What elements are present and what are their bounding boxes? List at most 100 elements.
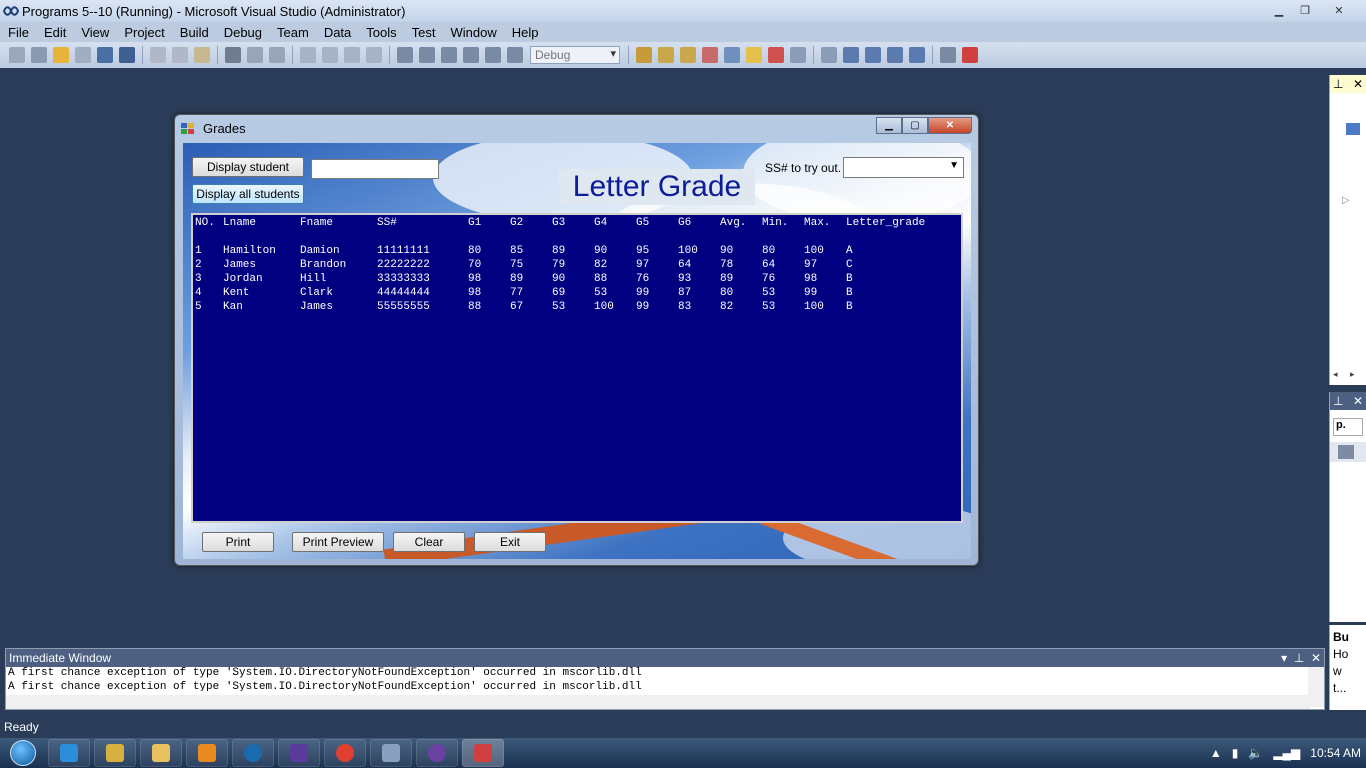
minimize-icon[interactable]: ▁ <box>1266 1 1292 19</box>
menu-tools[interactable]: Tools <box>358 25 403 40</box>
redo-icon[interactable] <box>322 47 338 63</box>
ss-select[interactable]: ▼ <box>843 157 964 178</box>
display-all-students-button[interactable]: Display all students <box>192 184 304 204</box>
pin-icon[interactable]: ⊥ <box>1294 651 1304 665</box>
new-project-icon[interactable] <box>9 47 25 63</box>
properties-object-select[interactable]: p. <box>1333 418 1363 436</box>
taskbar-hp[interactable] <box>232 739 274 767</box>
add-item-icon[interactable] <box>31 47 47 63</box>
grades-listbox[interactable]: NO. Lname Fname SS# G1 G2 G3 G4 G5 G6 Av… <box>191 213 963 523</box>
output-icon[interactable] <box>790 47 806 63</box>
open-folder-icon[interactable] <box>53 47 69 63</box>
minimize-icon[interactable]: ▁ <box>876 117 902 134</box>
solution-config-select[interactable]: Debug <box>530 46 620 64</box>
menu-data[interactable]: Data <box>316 25 358 40</box>
maximize-icon[interactable]: ▢ <box>902 117 928 134</box>
find-in-files-icon[interactable] <box>636 47 652 63</box>
menu-test[interactable]: Test <box>404 25 443 40</box>
step-out-icon[interactable] <box>507 47 523 63</box>
volume-icon[interactable]: 🔈 <box>1248 746 1263 760</box>
taskbar-visual-studio[interactable] <box>278 739 320 767</box>
table-row[interactable]: 3 Jordan Hill 33333333 98 89 90 88 76 93 89 76 98 B <box>193 273 961 287</box>
taskbar-chrome[interactable] <box>324 739 366 767</box>
copy-icon[interactable] <box>172 47 188 63</box>
save-icon[interactable] <box>97 47 113 63</box>
taskbar-app[interactable] <box>416 739 458 767</box>
arrow-right-icon[interactable] <box>821 47 837 63</box>
taskbar-explorer[interactable] <box>140 739 182 767</box>
display-student-button[interactable]: Display student <box>192 157 304 177</box>
breakpoint-icon[interactable] <box>962 47 978 63</box>
restore-icon[interactable]: ❐ <box>1292 1 1318 19</box>
start-button[interactable] <box>0 738 46 768</box>
menu-build[interactable]: Build <box>172 25 216 40</box>
close-icon[interactable]: ✕ <box>928 117 972 134</box>
menu-window[interactable]: Window <box>442 25 503 40</box>
taskbar-media-player[interactable] <box>186 739 228 767</box>
panel-close-icon[interactable]: ✕ <box>1353 77 1363 91</box>
menu-project[interactable]: Project <box>116 25 171 40</box>
window-icon[interactable] <box>843 47 859 63</box>
extensions-icon[interactable] <box>940 47 956 63</box>
solution-explorer-icon[interactable] <box>658 47 674 63</box>
paste-icon[interactable] <box>194 47 210 63</box>
step-over-icon[interactable] <box>485 47 501 63</box>
taskbar-grades[interactable] <box>462 739 504 767</box>
grid-icon[interactable] <box>75 47 91 63</box>
categorized-icon[interactable] <box>1338 445 1354 459</box>
table-row[interactable]: 2 James Brandon 22222222 70 75 79 82 97 64 78 64 97 C <box>193 259 961 273</box>
find-icon[interactable] <box>225 47 241 63</box>
continue-icon[interactable] <box>397 47 413 63</box>
pause-icon[interactable] <box>419 47 435 63</box>
print-preview-button[interactable]: Print Preview <box>292 532 384 552</box>
menu-team[interactable]: Team <box>269 25 316 40</box>
print-button[interactable]: Print <box>202 532 274 552</box>
stop-icon[interactable] <box>441 47 457 63</box>
power-icon[interactable]: ▮ <box>1232 746 1239 760</box>
student-input[interactable] <box>311 159 439 179</box>
window-alt-icon[interactable] <box>865 47 881 63</box>
pin-icon[interactable]: ⊥ <box>1333 77 1343 91</box>
pin-icon[interactable]: ⊥ <box>1333 394 1343 408</box>
print-icon[interactable] <box>887 47 903 63</box>
show-hidden-icons-icon[interactable]: ▲ <box>1210 746 1222 760</box>
network-icon[interactable]: ▂▄▆ <box>1273 746 1300 760</box>
team-explorer-icon[interactable] <box>746 47 762 63</box>
menu-help[interactable]: Help <box>504 25 546 40</box>
table-row[interactable]: 5 Kan James 55555555 88 67 53 100 99 83 82 53 100 B <box>193 301 961 315</box>
panel-close-icon[interactable]: ✕ <box>1311 651 1321 665</box>
taskbar-paint[interactable] <box>370 739 412 767</box>
navigate-back-icon[interactable] <box>344 47 360 63</box>
clear-button[interactable]: Clear <box>393 532 465 552</box>
panel-close-icon[interactable]: ✕ <box>1353 394 1363 408</box>
error-list-icon[interactable] <box>768 47 784 63</box>
scroll-left-icon[interactable]: ◂ <box>1333 369 1338 380</box>
menu-debug[interactable]: Debug <box>216 25 269 40</box>
table-row[interactable]: 4 Kent Clark 44444444 98 77 69 53 99 87 80 53 99 B <box>193 287 961 301</box>
cut-icon[interactable] <box>150 47 166 63</box>
horizontal-scrollbar[interactable] <box>6 695 1310 709</box>
comment-icon[interactable] <box>247 47 263 63</box>
dropdown-icon[interactable]: ▾ <box>1281 651 1287 665</box>
close-icon[interactable]: ✕ <box>1318 1 1360 19</box>
menu-edit[interactable]: Edit <box>36 25 73 40</box>
undo-icon[interactable] <box>300 47 316 63</box>
expand-arrow-icon[interactable]: ▷ <box>1342 195 1350 206</box>
menu-view[interactable]: View <box>73 25 116 40</box>
taskbar-windows-explorer-tiles[interactable] <box>94 739 136 767</box>
properties-icon[interactable] <box>680 47 696 63</box>
menu-file[interactable]: File <box>0 25 36 40</box>
object-browser-icon[interactable] <box>702 47 718 63</box>
taskbar-ie[interactable] <box>48 739 90 767</box>
toolbox-icon[interactable] <box>724 47 740 63</box>
uncomment-icon[interactable] <box>269 47 285 63</box>
table-row[interactable]: 1 Hamilton Damion 11111111 80 85 89 90 95 100 90 80… <box>193 245 961 259</box>
clock[interactable]: 10:54 AM <box>1310 746 1361 760</box>
layout-icon[interactable] <box>909 47 925 63</box>
save-all-icon[interactable] <box>119 47 135 63</box>
panel-tool-icon[interactable] <box>1346 123 1360 135</box>
exit-button[interactable]: Exit <box>474 532 546 552</box>
step-into-icon[interactable] <box>463 47 479 63</box>
vertical-scrollbar[interactable] <box>1308 667 1324 707</box>
navigate-forward-icon[interactable] <box>366 47 382 63</box>
